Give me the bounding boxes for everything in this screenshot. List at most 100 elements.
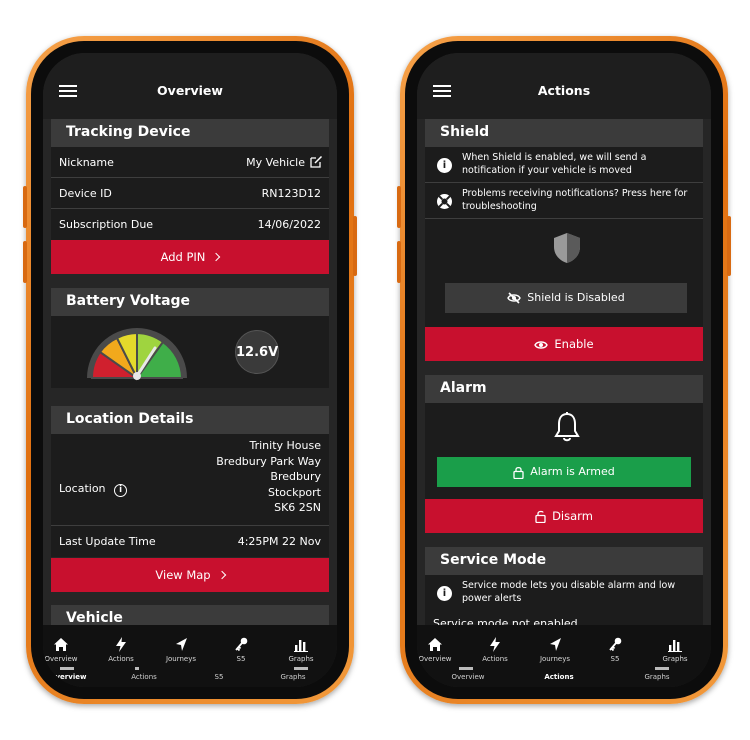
troubleshooting-text: Problems receiving notifications? Press …	[462, 188, 688, 212]
nav-graphs[interactable]: Graphs	[276, 637, 326, 663]
disarm-label: Disarm	[552, 509, 593, 523]
view-map-label: View Map	[155, 568, 211, 582]
battery-voltage-card: 12.6V	[51, 316, 329, 388]
location-address: Trinity House Bredbury Park Way Bredbury…	[216, 438, 321, 516]
overview-screen: Overview Tracking Device Nickname My Veh…	[43, 53, 337, 687]
disarm-button[interactable]: Disarm	[425, 499, 703, 533]
bar-chart-icon	[668, 640, 682, 652]
volume-button	[397, 241, 401, 283]
nav-overview[interactable]: Overview	[43, 637, 86, 663]
shield-status-label: Shield is Disabled	[527, 291, 625, 304]
info-icon[interactable]: i	[114, 484, 128, 497]
location-details-heading: Location Details	[51, 406, 329, 434]
edit-icon[interactable]	[309, 155, 323, 169]
bell-icon	[554, 412, 580, 442]
subscription-value: 14/06/2022	[257, 218, 321, 231]
device-id-value: RN123D12	[261, 187, 321, 200]
header-bar: Overview	[43, 53, 337, 119]
alarm-status-button[interactable]: Alarm is Armed	[437, 457, 691, 487]
enable-label: Enable	[554, 337, 594, 351]
nav-secondary-overview[interactable]: Overview	[443, 673, 493, 681]
enable-shield-button[interactable]: Enable	[425, 327, 703, 361]
nav-actions[interactable]: Actions	[470, 637, 520, 663]
key-icon	[235, 637, 248, 652]
chevron-right-icon	[212, 252, 221, 262]
last-update-row: Last Update Time 4:25PM 22 Nov	[51, 525, 329, 556]
nav-journeys[interactable]: Journeys	[530, 637, 580, 663]
unlock-icon	[535, 510, 546, 523]
home-icon	[428, 638, 442, 651]
nav-secondary-graphs[interactable]: Graphs	[268, 673, 318, 681]
add-pin-button[interactable]: Add PIN	[51, 240, 329, 274]
subscription-row: Subscription Due 14/06/2022	[51, 209, 329, 240]
shield-heading: Shield	[425, 119, 703, 147]
volume-button	[397, 186, 401, 228]
bar-chart-icon	[294, 640, 308, 652]
shield-info-row: i When Shield is enabled, we will send a…	[425, 147, 703, 183]
nav-s5[interactable]: S5	[216, 637, 266, 663]
view-map-button[interactable]: View Map	[51, 558, 329, 592]
lock-icon	[513, 466, 524, 479]
navigation-arrow-icon	[550, 638, 561, 651]
nickname-row[interactable]: Nickname My Vehicle	[51, 147, 329, 178]
device-id-row: Device ID RN123D12	[51, 178, 329, 209]
nav-s5[interactable]: S5	[590, 637, 640, 663]
nav-secondary-actions[interactable]: Actions	[534, 673, 584, 681]
volume-button	[23, 186, 27, 228]
actions-screen: Actions Shield i When Shield is enabled,…	[417, 53, 711, 687]
shield-card: i When Shield is enabled, we will send a…	[425, 147, 703, 355]
key-icon	[609, 637, 622, 652]
alarm-status-label: Alarm is Armed	[530, 465, 615, 478]
alarm-card: Alarm is Armed	[425, 403, 703, 503]
bottom-nav: Overview Actions Journeys S5 Graphs Over…	[417, 625, 711, 687]
nav-divider	[60, 667, 74, 670]
shield-status: Shield is Disabled	[445, 283, 687, 313]
last-update-value: 4:25PM 22 Nov	[237, 535, 321, 548]
nav-secondary-overview[interactable]: Overview	[43, 673, 93, 681]
nav-divider	[294, 667, 308, 670]
nav-overview[interactable]: Overview	[417, 637, 460, 663]
device-id-label: Device ID	[59, 187, 112, 200]
address-line: SK6 2SN	[274, 501, 321, 514]
location-details-card: Location i Trinity House Bredbury Park W…	[51, 434, 329, 557]
nav-divider	[655, 667, 669, 670]
nav-secondary-graphs[interactable]: Graphs	[632, 673, 682, 681]
nav-divider	[135, 667, 139, 670]
lifebuoy-icon	[437, 194, 452, 209]
troubleshooting-row[interactable]: Problems receiving notifications? Press …	[425, 183, 703, 219]
service-mode-heading: Service Mode	[425, 547, 703, 575]
chevron-right-icon	[217, 570, 226, 580]
eye-icon	[534, 340, 549, 349]
address-line: Bredbury Park Way	[216, 454, 321, 468]
nav-journeys[interactable]: Journeys	[156, 637, 206, 663]
power-button	[353, 216, 357, 276]
gauge-icon	[87, 328, 187, 382]
info-icon: i	[437, 158, 452, 173]
nav-actions[interactable]: Actions	[96, 637, 146, 663]
power-button	[727, 216, 731, 276]
header-bar: Actions	[417, 53, 711, 119]
phone-bezel: Overview Tracking Device Nickname My Veh…	[31, 41, 349, 699]
tracking-device-heading: Tracking Device	[51, 119, 329, 147]
navigation-arrow-icon	[176, 638, 187, 651]
lightning-icon	[490, 637, 500, 652]
nav-secondary-s5[interactable]: S5	[194, 673, 244, 681]
bottom-nav: Overview Actions Journeys S5 Graphs Over…	[43, 625, 337, 687]
shield-icon	[554, 233, 580, 263]
page-title: Overview	[157, 83, 223, 98]
subscription-label: Subscription Due	[59, 218, 154, 231]
location-label-group: Location i	[59, 482, 128, 497]
page-title: Actions	[537, 83, 591, 98]
nickname-label: Nickname	[59, 156, 114, 169]
nav-graphs[interactable]: Graphs	[650, 637, 700, 663]
phone-frame-overview: Overview Tracking Device Nickname My Veh…	[23, 36, 357, 704]
phone-bezel: Actions Shield i When Shield is enabled,…	[405, 41, 723, 699]
last-update-label: Last Update Time	[59, 535, 156, 548]
voltage-reading: 12.6V	[235, 330, 279, 374]
alarm-heading: Alarm	[425, 375, 703, 403]
phone-frame-actions: Actions Shield i When Shield is enabled,…	[397, 36, 731, 704]
volume-button	[23, 241, 27, 283]
battery-voltage-heading: Battery Voltage	[51, 288, 329, 316]
nickname-value: My Vehicle	[246, 156, 305, 169]
nav-secondary-actions[interactable]: Actions	[119, 673, 169, 681]
